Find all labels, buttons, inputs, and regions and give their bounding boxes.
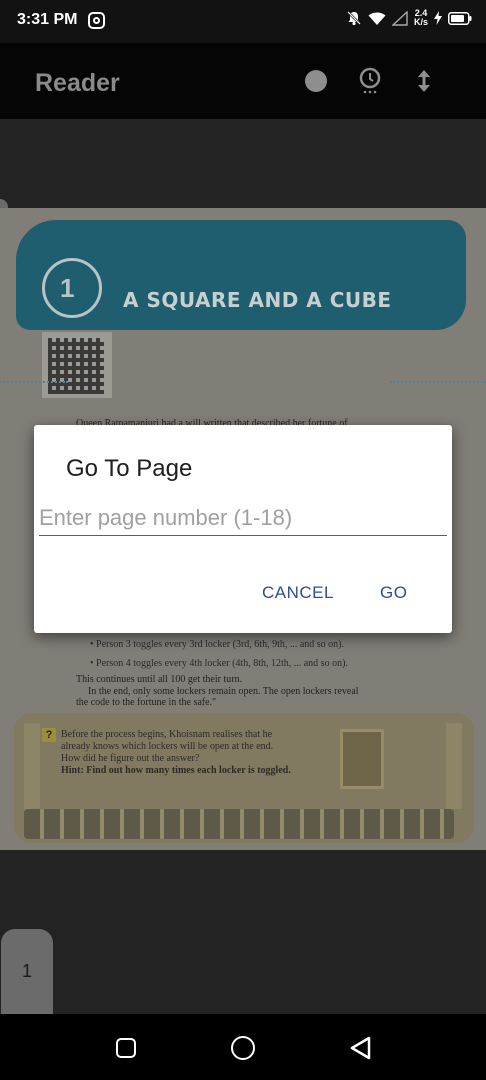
status-bar: 3:31 PM 2.4 K/s: [0, 0, 486, 43]
wave-divider-left: [0, 381, 68, 384]
page-text-line: In the end, only some lockers remain ope…: [88, 686, 359, 697]
home-icon[interactable]: [231, 1036, 255, 1060]
net-speed-unit: K/s: [413, 17, 428, 27]
app-bar: Reader: [0, 43, 486, 119]
screen: 3:31 PM 2.4 K/s Reader 1 A SQUARE AND A …: [0, 0, 486, 1080]
hint-line: How did he figure out the answer?: [61, 753, 200, 764]
hint-line: Before the process begins, Khoisnam real…: [61, 729, 273, 740]
chapter-title: A SQUARE AND A CUBE: [123, 288, 392, 312]
battery-icon: [448, 11, 472, 25]
wifi-icon: [368, 12, 386, 25]
status-icons: 2.4 K/s: [346, 9, 472, 27]
up-down-arrow-icon[interactable]: [414, 69, 434, 93]
page-bullet-line: • Person 4 toggles every 4th locker (4th…: [90, 658, 348, 669]
navigation-bar: [0, 1014, 486, 1080]
instagram-icon: [88, 12, 105, 29]
signal-icon: [391, 10, 408, 26]
page-text-line: the code to the fortune in the safe.": [76, 697, 217, 708]
dot-icon[interactable]: [305, 70, 327, 92]
wave-divider-right: [390, 381, 486, 384]
status-time: 3:31 PM: [17, 11, 78, 28]
hint-line: Hint: Find out how many times each locke…: [61, 765, 291, 776]
bulb-icon[interactable]: [357, 67, 383, 95]
cancel-button[interactable]: CANCEL: [262, 583, 334, 603]
net-speed: 2.4 K/s: [414, 9, 428, 27]
hint-line: already knows which lockers will be open…: [61, 741, 274, 752]
back-icon[interactable]: [348, 1035, 374, 1061]
qr-code: [42, 332, 112, 398]
portrait-frame: [340, 729, 384, 789]
chapter-number: 1: [60, 273, 75, 303]
go-to-page-dialog: Go To Page CANCEL GO: [34, 425, 452, 633]
page-bullet-line: • Person 3 toggles every 3rd locker (3rd…: [90, 639, 345, 650]
charging-icon: [434, 11, 442, 25]
page-number-input[interactable]: [39, 501, 447, 536]
go-button[interactable]: GO: [380, 583, 407, 603]
question-marker: ?: [42, 728, 56, 742]
mute-bell-icon: [347, 11, 361, 26]
page-text-line: This continues until all 100 get their t…: [76, 674, 243, 685]
app-title: Reader: [35, 69, 120, 97]
dialog-title: Go To Page: [66, 455, 193, 482]
chapter-banner: 1 A SQUARE AND A CUBE: [16, 220, 466, 330]
recent-apps-icon[interactable]: [116, 1038, 136, 1058]
lockers-row: [24, 809, 454, 839]
page-number-indicator[interactable]: 1: [1, 929, 53, 1014]
